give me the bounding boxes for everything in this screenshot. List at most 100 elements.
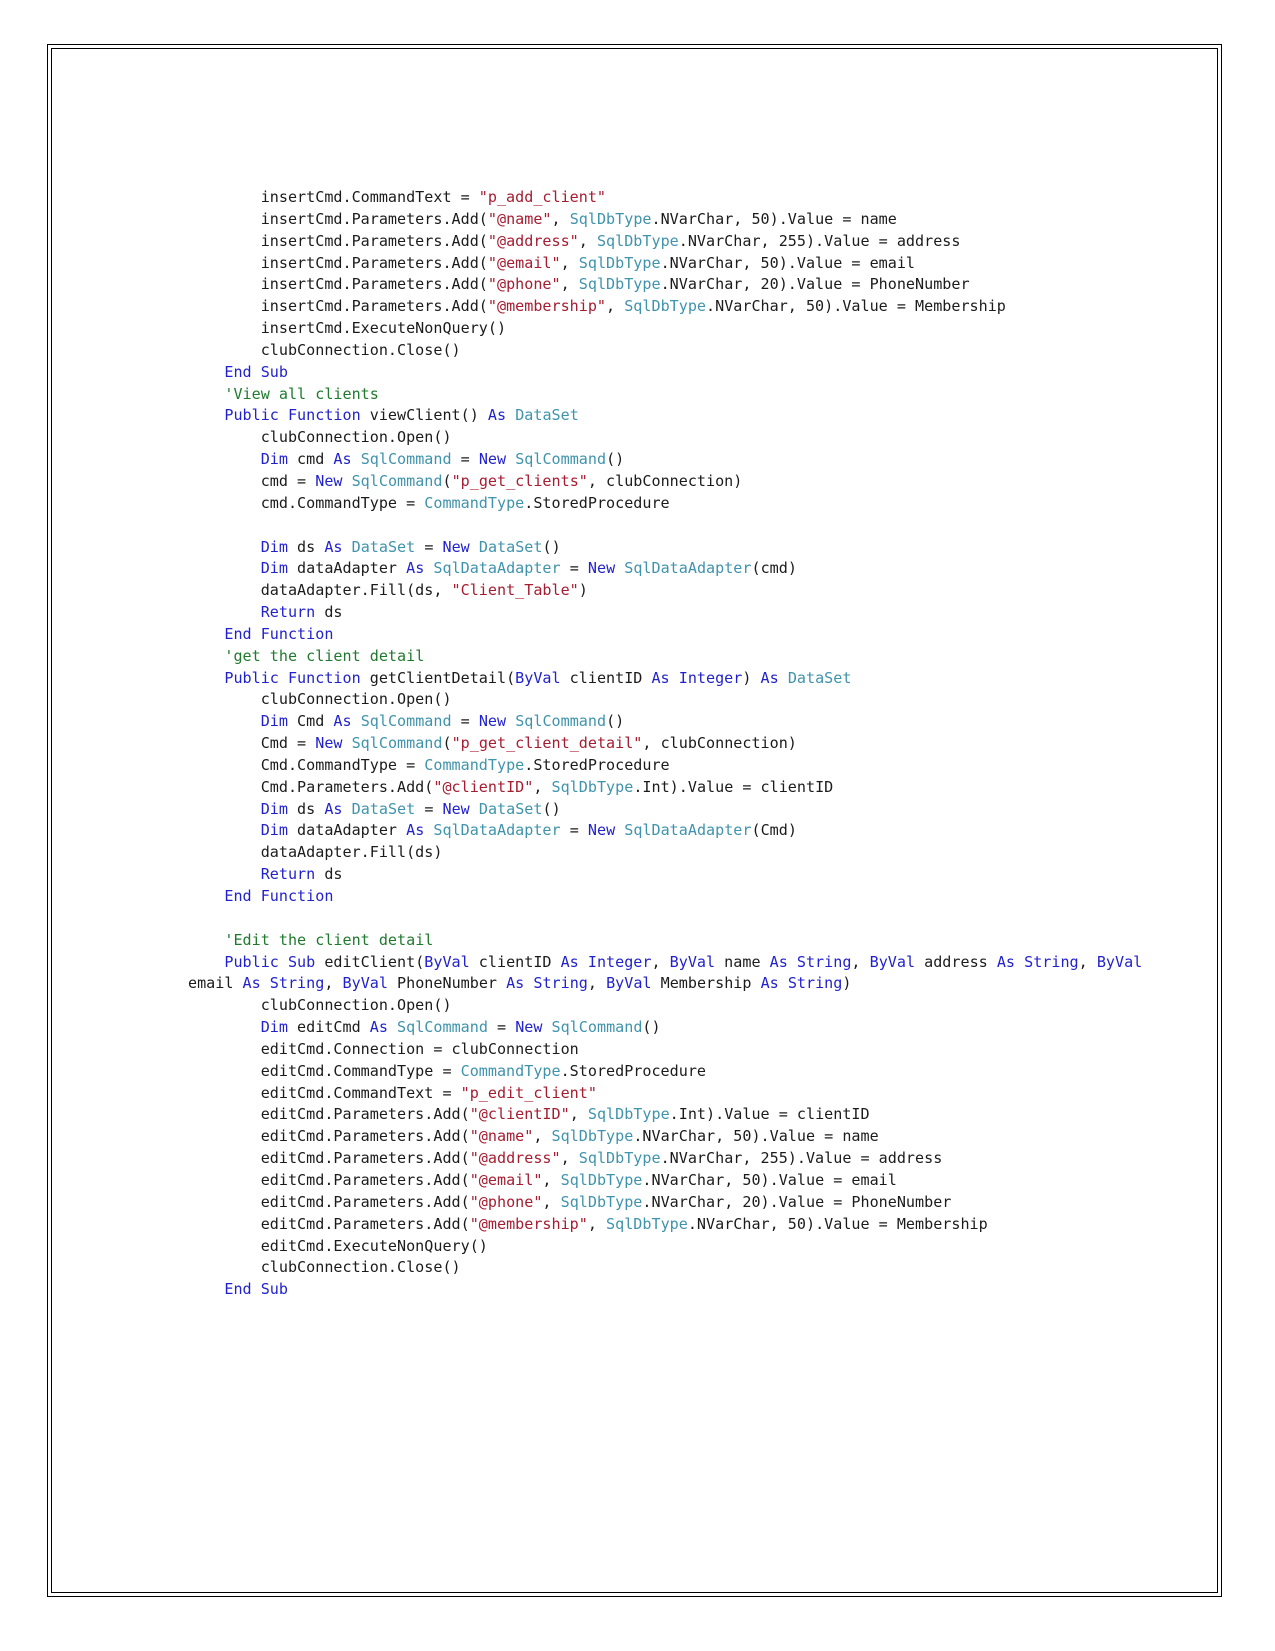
code-token-typ: SqlDataAdapter: [624, 559, 752, 578]
code-token-typ: DataSet: [351, 537, 416, 556]
code-token-pln: ,: [533, 777, 552, 796]
code-token-str: "@membership": [469, 1214, 588, 1233]
code-token-pln: editCmd.Parameters.Add(: [260, 1214, 470, 1233]
code-token-pln: name: [715, 952, 770, 971]
code-token-pln: ,: [560, 1149, 579, 1168]
code-token-kw: Public Function: [224, 668, 361, 687]
code-token-typ: SqlDbType: [624, 297, 707, 316]
code-token-str: "@email": [469, 1170, 543, 1189]
code-token-pln: ,: [542, 1192, 561, 1211]
code-token-str: "@name": [469, 1127, 534, 1146]
code-line: Return ds: [188, 864, 1148, 886]
code-token-str: "p_get_clients": [451, 471, 588, 490]
code-token-str: "@name": [487, 209, 552, 228]
code-line: Cmd.CommandType = CommandType.StoredProc…: [188, 755, 1148, 777]
code-token-pln: clientID: [560, 668, 652, 687]
code-token-typ: SqlDbType: [578, 275, 661, 294]
code-token-kw: New: [478, 712, 507, 731]
code-line: editCmd.Parameters.Add("@clientID", SqlD…: [188, 1104, 1148, 1126]
code-token-pln: ds: [287, 799, 325, 818]
code-token-pln: Cmd.CommandType =: [260, 755, 425, 774]
code-token-pln: .NVarChar, 50).Value = name: [651, 209, 897, 228]
code-token-pln: insertCmd.Parameters.Add(: [260, 275, 488, 294]
code-token-pln: ,: [587, 1214, 607, 1233]
code-token-typ: CommandType: [424, 493, 525, 512]
code-token-kw: As: [369, 1018, 388, 1037]
code-token-pln: .Int).Value = clientID: [669, 1105, 870, 1124]
code-token-pln: [343, 734, 352, 752]
code-token-pln: [506, 712, 515, 730]
code-token-pln: , clubConnection): [587, 471, 743, 490]
code-token-kw: As: [406, 821, 425, 840]
code-token-kw: As String: [242, 974, 325, 993]
code-token-pln: .NVarChar, 255).Value = address: [660, 1149, 943, 1168]
code-token-pln: ,: [1078, 952, 1097, 971]
code-token-pln: [343, 800, 352, 818]
code-token-str: "@phone": [487, 275, 561, 294]
code-token-pln: .NVarChar, 50).Value = email: [660, 253, 916, 272]
code-token-kw: Return: [260, 865, 316, 884]
code-token-typ: DataSet: [478, 537, 543, 556]
code-token-str: "@email": [487, 253, 561, 272]
code-token-pln: editCmd.Parameters.Add(: [260, 1192, 470, 1211]
code-token-typ: SqlCommand: [360, 450, 452, 469]
code-token-str: "@address": [487, 231, 579, 250]
code-token-pln: .StoredProcedure: [524, 755, 670, 774]
code-token-pln: ,: [560, 253, 579, 272]
code-token-kw: As: [324, 537, 343, 556]
code-token-kw: ByVal: [869, 952, 916, 971]
code-token-pln: insertCmd.ExecuteNonQuery(): [260, 319, 507, 338]
code-token-kw: New: [442, 537, 470, 556]
code-line: clubConnection.Close(): [188, 340, 1148, 362]
code-token-pln: .Int).Value = clientID: [633, 777, 834, 796]
code-token-kw: New: [587, 559, 616, 578]
code-token-pln: .NVarChar, 255).Value = address: [678, 231, 961, 250]
code-token-pln: .NVarChar, 50).Value = email: [642, 1170, 897, 1189]
code-line: clubConnection.Open(): [188, 427, 1148, 449]
code-line: Public Function viewClient() As DataSet: [188, 405, 1148, 427]
code-token-pln: viewClient(): [360, 406, 488, 425]
code-token-pln: cmd =: [260, 471, 316, 490]
code-token-pln: [470, 538, 479, 556]
code-token-typ: SqlDbType: [560, 1170, 643, 1189]
code-line: Cmd.Parameters.Add("@clientID", SqlDbTyp…: [188, 777, 1148, 799]
code-token-kw: As String: [769, 952, 852, 971]
code-token-kw: Dim: [260, 821, 288, 840]
code-token-pln: [388, 1018, 397, 1036]
code-token-pln: editCmd.ExecuteNonQuery(): [260, 1236, 488, 1255]
code-token-pln: ): [842, 974, 852, 993]
code-token-typ: CommandType: [424, 755, 525, 774]
code-line: editCmd.CommandText = "p_edit_client": [188, 1083, 1148, 1105]
code-line: 'Edit the client detail: [188, 930, 1148, 952]
code-token-kw: Dim: [260, 559, 288, 578]
code-token-cmt: 'get the client detail: [224, 646, 425, 665]
code-token-pln: editCmd.Parameters.Add(: [260, 1170, 470, 1189]
code-token-pln: .StoredProcedure: [560, 1061, 706, 1080]
code-token-pln: [615, 559, 624, 577]
code-token-typ: SqlDataAdapter: [433, 821, 561, 840]
code-token-pln: insertCmd.CommandText =: [260, 188, 479, 206]
code-token-kw: ByVal: [1096, 952, 1143, 971]
code-line: Public Function getClientDetail(ByVal cl…: [188, 668, 1148, 690]
code-line: editCmd.Parameters.Add("@phone", SqlDbTy…: [188, 1192, 1148, 1214]
code-token-typ: SqlDbType: [596, 231, 679, 250]
code-token-kw: Dim: [260, 712, 288, 731]
code-line: Dim ds As DataSet = New DataSet(): [188, 537, 1148, 559]
code-token-pln: ,: [587, 974, 607, 993]
code-token-kw: As Integer: [651, 668, 743, 687]
code-token-kw: As String: [760, 974, 843, 993]
code-line: insertCmd.Parameters.Add("@phone", SqlDb…: [188, 274, 1148, 296]
code-token-pln: [352, 712, 361, 730]
code-token-pln: (): [542, 537, 561, 556]
